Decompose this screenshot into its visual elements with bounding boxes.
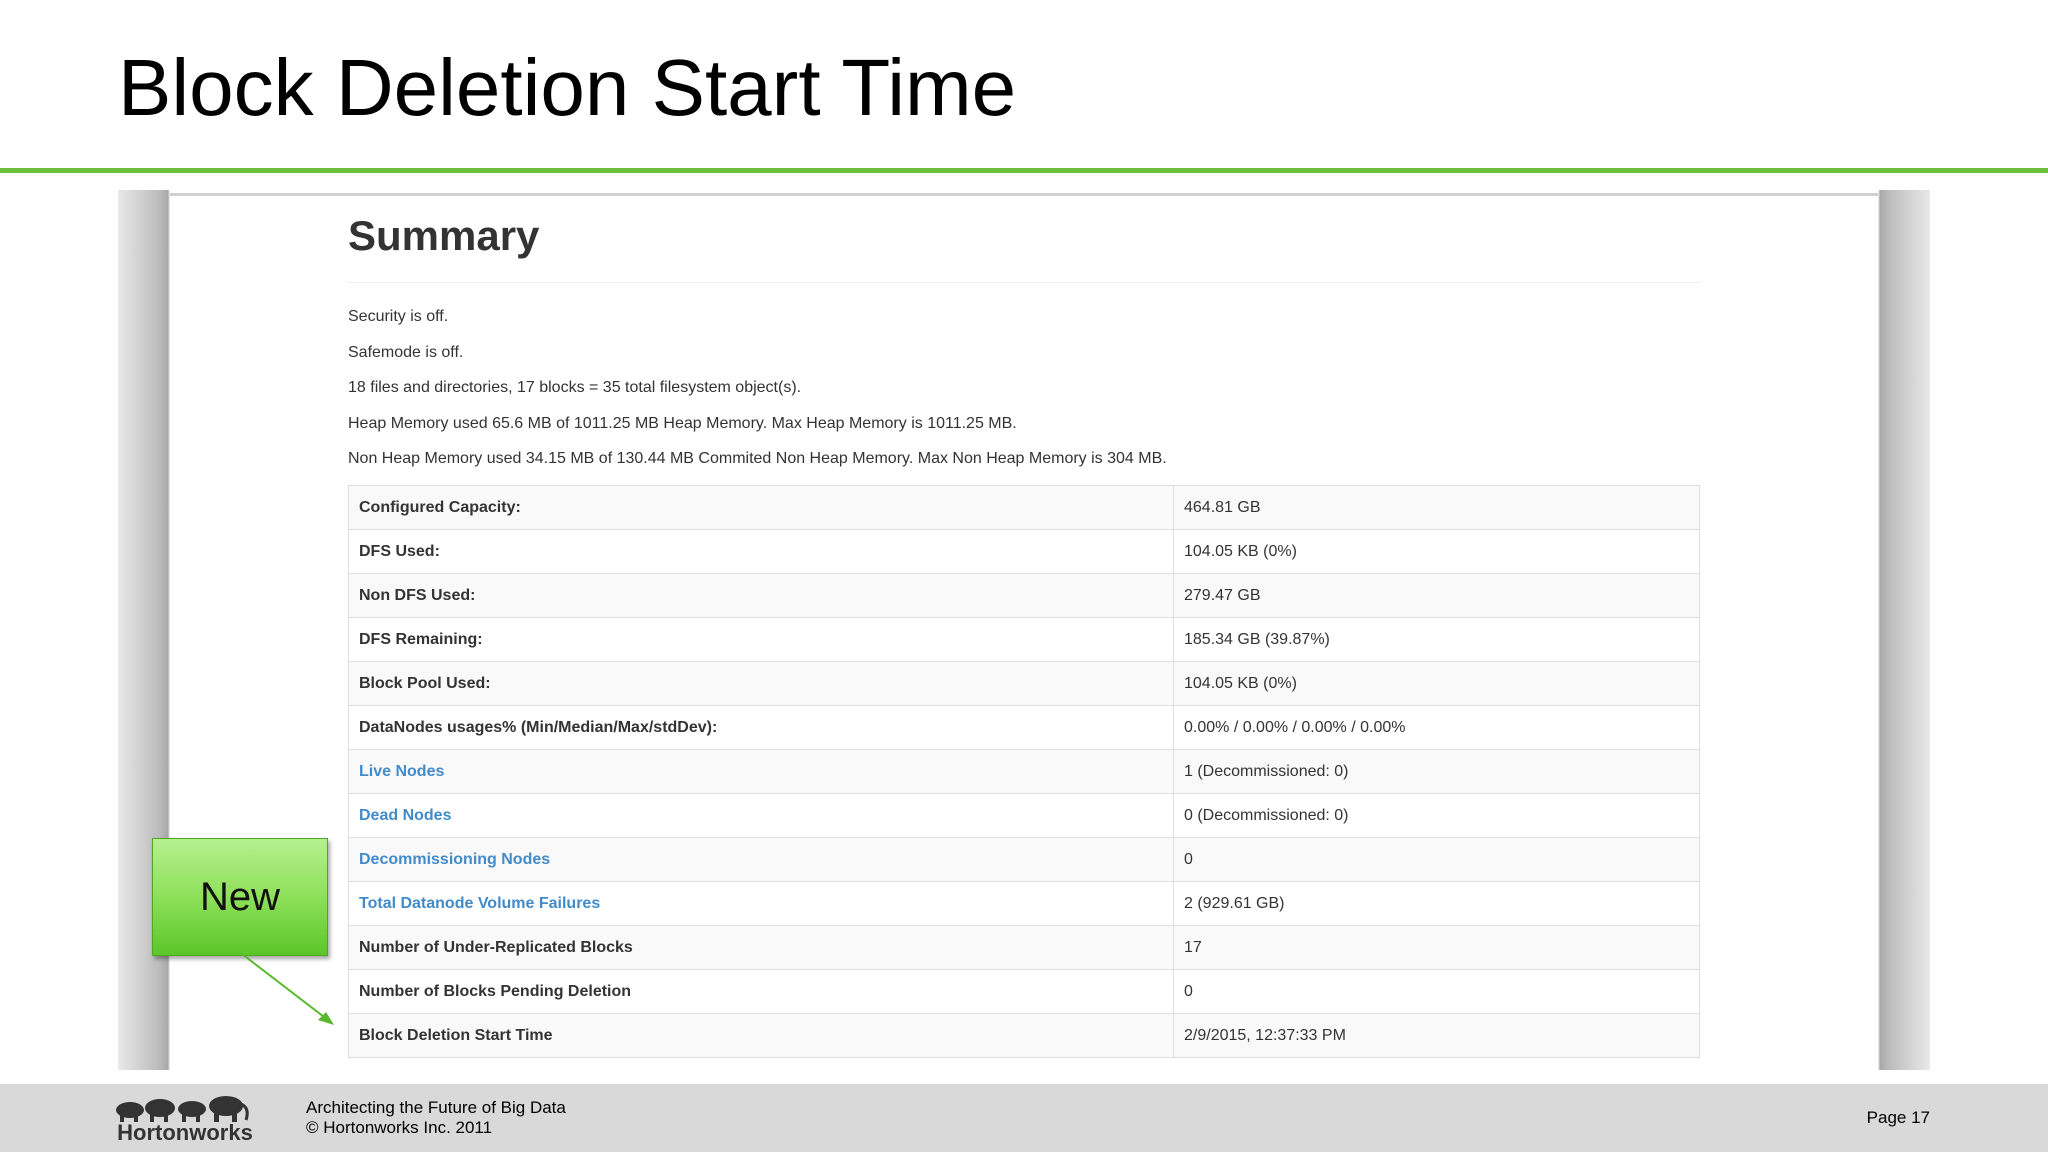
title-divider: [0, 168, 2048, 173]
row-key: Number of Blocks Pending Deletion: [348, 969, 1174, 1014]
live-nodes-link[interactable]: Live Nodes: [348, 749, 1174, 794]
table-row: Dead Nodes 0 (Decommissioned: 0): [348, 793, 1700, 838]
row-value: 0: [1173, 837, 1700, 882]
summary-heading: Summary: [348, 212, 540, 259]
row-value: 2/9/2015, 12:37:33 PM: [1173, 1013, 1700, 1058]
row-key: Block Pool Used:: [348, 661, 1174, 706]
footer-tagline: Architecting the Future of Big Data: [306, 1098, 566, 1117]
row-key: DFS Used:: [348, 529, 1174, 574]
table-row: DFS Used: 104.05 KB (0%): [348, 529, 1700, 574]
security-status: Security is off.: [348, 308, 449, 325]
slide: Block Deletion Start Time Summary Securi…: [0, 0, 2048, 1152]
row-key: Number of Under-Replicated Blocks: [348, 925, 1174, 970]
row-key: DFS Remaining:: [348, 617, 1174, 662]
slide-title: Block Deletion Start Time: [118, 43, 1017, 132]
row-value: 104.05 KB (0%): [1173, 661, 1700, 706]
new-callout: New: [152, 838, 328, 956]
footer: Hortonworks Architecting the Future of B…: [0, 1084, 2048, 1152]
table-row: Decommissioning Nodes 0: [348, 837, 1700, 882]
namenode-summary-screenshot: Summary Security is off. Safemode is off…: [170, 193, 1878, 1073]
row-key: Configured Capacity:: [348, 485, 1174, 530]
row-key: Non DFS Used:: [348, 573, 1174, 618]
table-row: Non DFS Used: 279.47 GB: [348, 573, 1700, 618]
non-heap-memory: Non Heap Memory used 34.15 MB of 130.44 …: [348, 450, 1167, 467]
table-row: DFS Remaining: 185.34 GB (39.87%): [348, 617, 1700, 662]
row-value: 1 (Decommissioned: 0): [1173, 749, 1700, 794]
row-value: 0.00% / 0.00% / 0.00% / 0.00%: [1173, 705, 1700, 750]
row-value: 464.81 GB: [1173, 485, 1700, 530]
page-number: Page 17: [1866, 1108, 1930, 1127]
row-value: 0 (Decommissioned: 0): [1173, 793, 1700, 838]
filesystem-objects: 18 files and directories, 17 blocks = 35…: [348, 379, 802, 396]
heap-memory: Heap Memory used 65.6 MB of 1011.25 MB H…: [348, 415, 1017, 432]
summary-divider: [348, 282, 1700, 283]
row-key: DataNodes usages% (Min/Median/Max/stdDev…: [348, 705, 1174, 750]
summary-table: Configured Capacity: 464.81 GB DFS Used:…: [348, 485, 1700, 1058]
dead-nodes-link[interactable]: Dead Nodes: [348, 793, 1174, 838]
row-value: 0: [1173, 969, 1700, 1014]
volume-failures-link[interactable]: Total Datanode Volume Failures: [348, 881, 1174, 926]
safemode-status: Safemode is off.: [348, 344, 464, 361]
table-row: DataNodes usages% (Min/Median/Max/stdDev…: [348, 705, 1700, 750]
row-value: 17: [1173, 925, 1700, 970]
hortonworks-logo: Hortonworks: [100, 1094, 270, 1146]
table-row: Number of Blocks Pending Deletion 0: [348, 969, 1700, 1014]
row-value: 2 (929.61 GB): [1173, 881, 1700, 926]
table-row: Number of Under-Replicated Blocks 17: [348, 925, 1700, 970]
table-row: Configured Capacity: 464.81 GB: [348, 485, 1700, 530]
table-row: Block Pool Used: 104.05 KB (0%): [348, 661, 1700, 706]
row-key: Block Deletion Start Time: [348, 1013, 1174, 1058]
row-value: 104.05 KB (0%): [1173, 529, 1700, 574]
table-row: Live Nodes 1 (Decommissioned: 0): [348, 749, 1700, 794]
table-row: Total Datanode Volume Failures 2 (929.61…: [348, 881, 1700, 926]
logo-text: Hortonworks: [117, 1120, 253, 1145]
row-value: 185.34 GB (39.87%): [1173, 617, 1700, 662]
row-value: 279.47 GB: [1173, 573, 1700, 618]
footer-copyright: © Hortonworks Inc. 2011: [306, 1118, 493, 1137]
table-row: Block Deletion Start Time 2/9/2015, 12:3…: [348, 1013, 1700, 1058]
callout-arrow-icon: [241, 953, 334, 1025]
decommissioning-nodes-link[interactable]: Decommissioning Nodes: [348, 837, 1174, 882]
